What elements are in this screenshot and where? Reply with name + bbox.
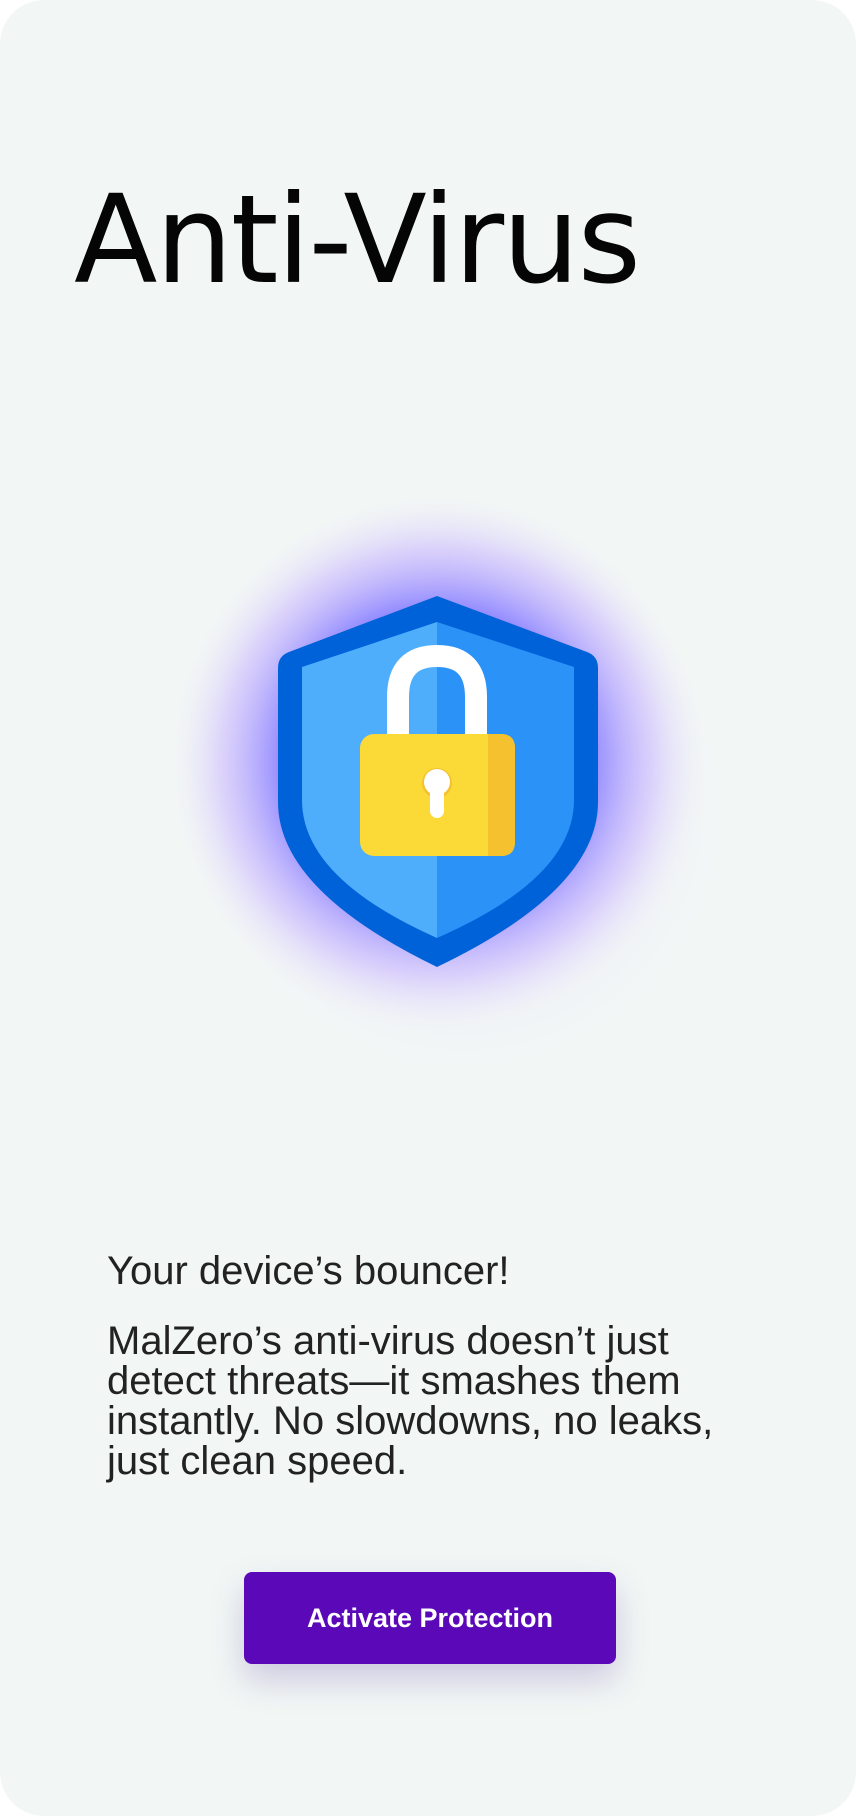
hero-illustration	[150, 470, 750, 1110]
shield-lock-icon	[169, 494, 734, 1082]
feature-copy: Your device’s bouncer! MalZero’s anti-vi…	[107, 1245, 767, 1481]
activate-protection-button[interactable]: Activate Protection	[244, 1572, 616, 1664]
keyhole-slot	[430, 782, 444, 818]
tagline: Your device’s bouncer!	[107, 1249, 510, 1293]
app-screen: Anti-Virus Your device’s bouncer! MalZer…	[0, 0, 856, 1816]
lock-body-shade	[488, 734, 515, 856]
feature-description: MalZero’s anti-virus doesn’t just detect…	[107, 1319, 714, 1483]
page-title: Anti-Virus	[74, 169, 641, 311]
